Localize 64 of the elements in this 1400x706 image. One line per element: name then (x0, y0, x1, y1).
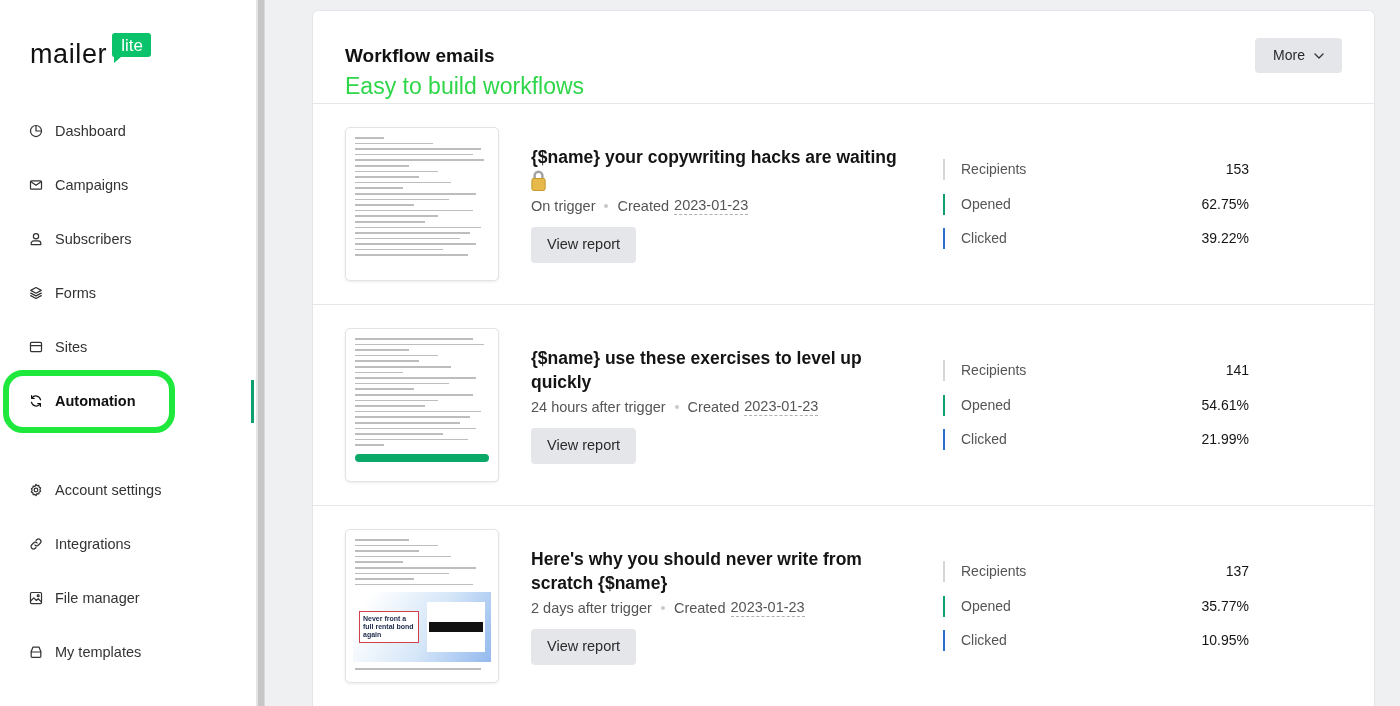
stat-value: 141 (1225, 361, 1249, 380)
created-label: Created (617, 196, 670, 216)
chevron-down-icon (1314, 52, 1324, 59)
created-date: 2023-01-23 (744, 397, 819, 416)
trigger-text: 2 days after trigger (531, 598, 652, 618)
trigger-text: 24 hours after trigger (531, 397, 666, 417)
stat-label: Clicked (961, 631, 1007, 650)
refresh-icon (29, 394, 43, 408)
active-item-indicator (251, 380, 254, 423)
stat-value: 10.95% (1201, 631, 1249, 650)
stat-label: Recipients (961, 160, 1027, 179)
view-report-button[interactable]: View report (531, 427, 637, 464)
view-report-button[interactable]: View report (531, 628, 637, 665)
created-date: 2023-01-23 (674, 196, 749, 215)
email-subject: {$name} your copywriting hacks are waiting (531, 146, 897, 167)
separator-dot-icon (604, 203, 609, 208)
browser-window-icon (29, 340, 43, 354)
stat-label: Clicked (961, 430, 1007, 449)
stat-label: Clicked (961, 229, 1007, 248)
view-report-button[interactable]: View report (531, 226, 637, 263)
logo-wordmark: mailer (30, 41, 108, 68)
stat-value: 35.77% (1201, 596, 1249, 616)
email-subject: Here's why you should never write from scratch {$name} (531, 548, 862, 593)
stat-label: Opened (961, 194, 1011, 214)
stat-value: 153 (1225, 160, 1249, 179)
link-icon (29, 537, 43, 551)
created-label: Created (673, 598, 726, 618)
stat-label: Recipients (961, 562, 1027, 581)
sidebar-item[interactable]: Automation (19, 386, 146, 416)
separator-dot-icon (660, 605, 665, 610)
sidebar-item[interactable]: Sites (19, 332, 98, 362)
envelope-icon (29, 178, 43, 192)
stat-label: Recipients (961, 361, 1027, 380)
sidebar-item[interactable]: Account settings (19, 475, 172, 505)
section-title: Workflow emails (345, 44, 496, 68)
sidebar-item[interactable]: File manager (19, 583, 150, 613)
sidebar-item[interactable]: Dashboard (19, 116, 136, 146)
stat-label: Opened (961, 596, 1011, 616)
form-button-bar (429, 622, 483, 633)
email-subject: {$name} use these exercises to level up quickly (531, 347, 862, 392)
created-date: 2023-01-23 (730, 598, 805, 617)
layers-icon (29, 286, 43, 300)
tray-icon (29, 645, 43, 659)
separator-dot-icon (674, 404, 679, 409)
more-button[interactable]: More (1255, 38, 1342, 73)
stat-value: 62.75% (1201, 194, 1249, 214)
stat-label: Opened (961, 395, 1011, 415)
gear-icon (29, 483, 43, 497)
sidebar-item[interactable]: Integrations (19, 529, 141, 559)
created-label: Created (687, 397, 740, 417)
sidebar-item[interactable]: My templates (19, 637, 152, 667)
image-icon (29, 591, 43, 605)
trigger-text: On trigger (531, 196, 596, 216)
sidebar-item[interactable]: Forms (19, 278, 107, 308)
pie-chart-icon (29, 124, 43, 138)
stat-value: 137 (1225, 562, 1249, 581)
stat-value: 21.99% (1201, 430, 1249, 449)
annotation-caption: Easy to build workflows (345, 72, 585, 100)
stat-value: 54.61% (1201, 395, 1249, 415)
stat-value: 39.22% (1201, 229, 1249, 248)
sidebar-item[interactable]: Campaigns (19, 170, 139, 200)
logo-badge: lite (112, 33, 152, 63)
person-icon (29, 232, 43, 246)
sidebar-item[interactable]: Subscribers (19, 224, 142, 254)
